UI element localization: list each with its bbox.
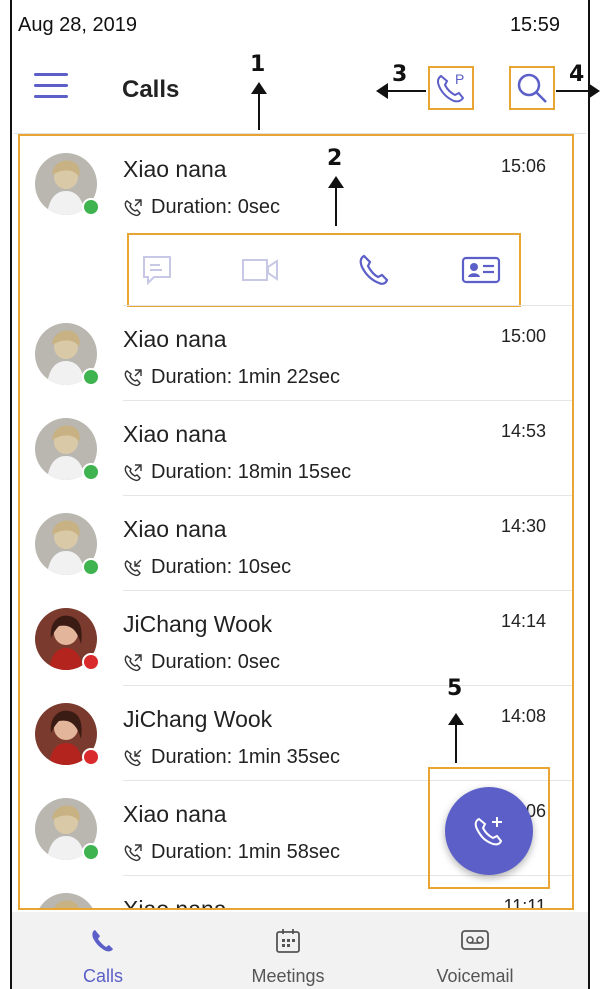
- call-row-actions: [127, 233, 521, 307]
- nav-label: Voicemail: [436, 966, 514, 986]
- contact-name: Xiao nana: [123, 801, 227, 827]
- contact-name: Xiao nana: [123, 326, 227, 352]
- outgoing-call-icon: [124, 653, 142, 671]
- duration-text: Duration: 0sec: [151, 196, 280, 218]
- callout-2: 2: [327, 146, 343, 171]
- call-row[interactable]: Xiao nana Duration: 1min 22sec 15:00: [20, 306, 572, 401]
- presence-available-icon: [82, 558, 100, 576]
- duration-text: Duration: 1min 22sec: [151, 366, 340, 388]
- search-button[interactable]: [509, 66, 555, 110]
- nav-item-meetings[interactable]: Meetings: [213, 912, 363, 989]
- call-time: 11:11: [503, 896, 546, 910]
- outgoing-call-icon: [124, 843, 142, 861]
- status-time: 15:59: [509, 14, 560, 36]
- callout-3-arrow: [376, 83, 426, 99]
- duration-text: Duration: 0sec: [151, 651, 280, 673]
- callout-5: 5: [447, 676, 463, 701]
- phone-icon: [92, 930, 113, 952]
- status-date: Aug 28, 2019: [18, 14, 137, 36]
- new-call-button[interactable]: [445, 787, 533, 875]
- audio-call-icon: [359, 254, 389, 285]
- call-park-icon: P: [436, 71, 464, 103]
- callout-4-arrow: [556, 83, 600, 99]
- call-time: 14:14: [500, 611, 546, 631]
- presence-available-icon: [82, 198, 100, 216]
- chat-icon: [143, 256, 171, 286]
- outgoing-call-icon: [124, 463, 142, 481]
- contact-name: JiChang Wook: [123, 706, 273, 732]
- call-row[interactable]: Xiao nana Duration: 10sec 14:30: [20, 496, 572, 591]
- call-time: 15:06: [500, 156, 546, 176]
- search-icon: [517, 73, 547, 103]
- nav-label: Calls: [82, 966, 123, 986]
- call-duration: Duration: 18min 15sec: [123, 461, 351, 484]
- nav-item-voicemail[interactable]: Voicemail: [400, 912, 550, 989]
- video-call-icon: [242, 259, 278, 281]
- duration-text: Duration: 1min 35sec: [151, 746, 340, 768]
- duration-text: Duration: 18min 15sec: [151, 461, 352, 483]
- duration-text: Duration: 1min 58sec: [151, 841, 340, 863]
- call-row[interactable]: Xiao nana Duration: 0sec 15:06: [20, 136, 572, 307]
- audio-call-button[interactable]: [353, 251, 393, 289]
- video-call-button[interactable]: [241, 251, 281, 289]
- outgoing-call-icon: [124, 198, 142, 216]
- presence-busy-icon: [82, 653, 100, 671]
- contact-card-icon: [461, 256, 501, 284]
- duration-text: Duration: 10sec: [151, 556, 292, 578]
- call-time: 14:53: [500, 421, 546, 441]
- callout-4: 4: [569, 62, 585, 87]
- bottom-nav: Calls Meetings Voicemail: [12, 912, 588, 989]
- call-duration: Duration: 0sec: [123, 196, 280, 219]
- chat-button[interactable]: [137, 251, 177, 289]
- contact-name: Xiao nana: [123, 156, 227, 182]
- contact-name: JiChang Wook: [123, 611, 273, 637]
- callout-1: 1: [250, 52, 266, 77]
- call-duration: Duration: 0sec: [123, 651, 280, 674]
- incoming-call-icon: [124, 559, 142, 576]
- contact-name: Xiao nana: [123, 516, 227, 542]
- callout-3: 3: [392, 62, 408, 87]
- presence-available-icon: [82, 843, 100, 861]
- presence-available-icon: [82, 368, 100, 386]
- call-duration: Duration: 1min 35sec: [123, 746, 340, 769]
- contact-name: Xiao nana: [123, 421, 227, 447]
- callout-2-arrow: [328, 176, 344, 226]
- nav-label: Meetings: [251, 966, 325, 986]
- presence-available-icon: [82, 463, 100, 481]
- call-row[interactable]: JiChang Wook Duration: 0sec 14:14: [20, 591, 572, 686]
- call-park-button[interactable]: P: [428, 66, 474, 110]
- page-title: Calls: [122, 76, 180, 103]
- call-duration: Duration: 1min 58sec: [123, 841, 340, 864]
- outgoing-call-icon: [124, 368, 142, 386]
- contact-card-button[interactable]: [461, 251, 501, 289]
- callout-1-arrow: [251, 82, 267, 130]
- svg-text:P: P: [455, 71, 464, 87]
- avatar: [35, 893, 97, 908]
- nav-item-calls[interactable]: Calls: [28, 912, 178, 989]
- presence-busy-icon: [82, 748, 100, 766]
- call-time: 14:30: [500, 516, 546, 536]
- add-call-icon: [474, 817, 503, 846]
- contact-name: Xiao nana: [123, 896, 227, 910]
- call-duration: Duration: 10sec: [123, 556, 291, 579]
- incoming-call-icon: [124, 749, 142, 766]
- call-row[interactable]: Xiao nana Duration: 18min 15sec 14:53: [20, 401, 572, 496]
- hamburger-menu-icon[interactable]: [34, 73, 68, 103]
- calendar-icon: [276, 929, 300, 953]
- call-duration: Duration: 1min 22sec: [123, 366, 340, 389]
- voicemail-icon: [461, 930, 489, 950]
- call-time: 15:00: [500, 326, 546, 346]
- status-bar: Aug 28, 2019 15:59: [18, 14, 582, 42]
- callout-5-arrow: [448, 713, 464, 763]
- call-time: 14:08: [500, 706, 546, 726]
